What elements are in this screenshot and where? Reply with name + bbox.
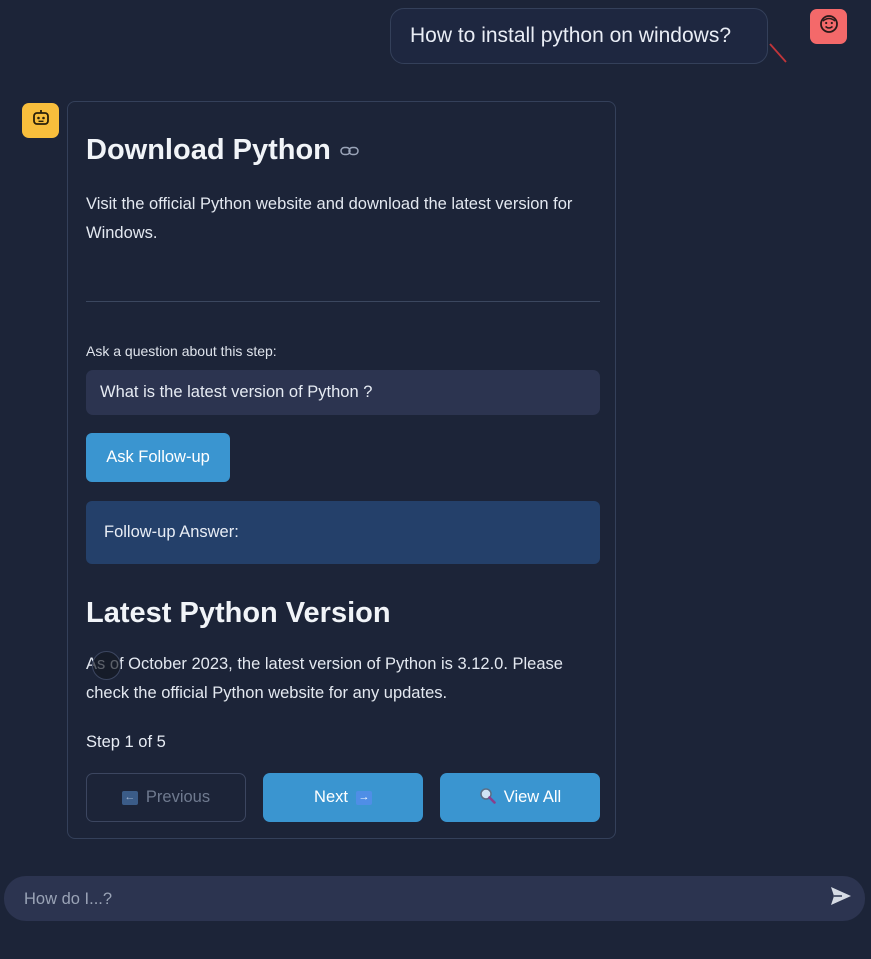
step-description: Visit the official Python website and do…: [86, 195, 573, 242]
step-counter: Step 1 of 5: [86, 733, 166, 751]
bot-avatar: [22, 103, 59, 138]
ask-question-label: Ask a question about this step:: [86, 343, 277, 359]
mouse-cursor-indicator: [92, 651, 121, 680]
user-message-bubble: How to install python on windows?: [390, 8, 768, 64]
step-card: Download Python Visit the official Pytho…: [67, 101, 616, 839]
step-title-text: Download Python: [86, 134, 331, 166]
answer-title: Latest Python Version: [86, 597, 391, 629]
link-icon[interactable]: [340, 145, 359, 157]
face-icon: [819, 14, 839, 39]
followup-question-input[interactable]: [86, 370, 600, 415]
followup-answer-box: Follow-up Answer:: [86, 501, 600, 564]
followup-answer-label: Follow-up Answer:: [104, 523, 239, 541]
robot-icon: [31, 108, 51, 133]
previous-button[interactable]: ← Previous: [86, 773, 246, 822]
chat-input[interactable]: [22, 876, 806, 923]
magnifier-icon: [479, 787, 496, 809]
divider: [86, 301, 600, 302]
view-all-button-label: View All: [503, 788, 562, 806]
next-button[interactable]: Next →: [263, 773, 423, 822]
right-arrow-icon: →: [355, 790, 372, 805]
left-arrow-icon: ←: [121, 790, 138, 805]
chat-input-bar: [4, 876, 865, 923]
send-icon: [830, 886, 852, 911]
previous-button-label: Previous: [145, 788, 211, 806]
send-button[interactable]: [828, 886, 853, 911]
user-avatar: [810, 9, 847, 44]
answer-text: As of October 2023, the latest version o…: [86, 655, 563, 702]
view-all-button[interactable]: View All: [440, 773, 600, 822]
user-message-text: How to install python on windows?: [410, 24, 732, 47]
step-title: Download Python: [86, 134, 359, 167]
ask-followup-button[interactable]: Ask Follow-up: [86, 433, 230, 482]
pen-stroke-mark: [769, 43, 787, 63]
next-button-label: Next: [314, 788, 348, 806]
